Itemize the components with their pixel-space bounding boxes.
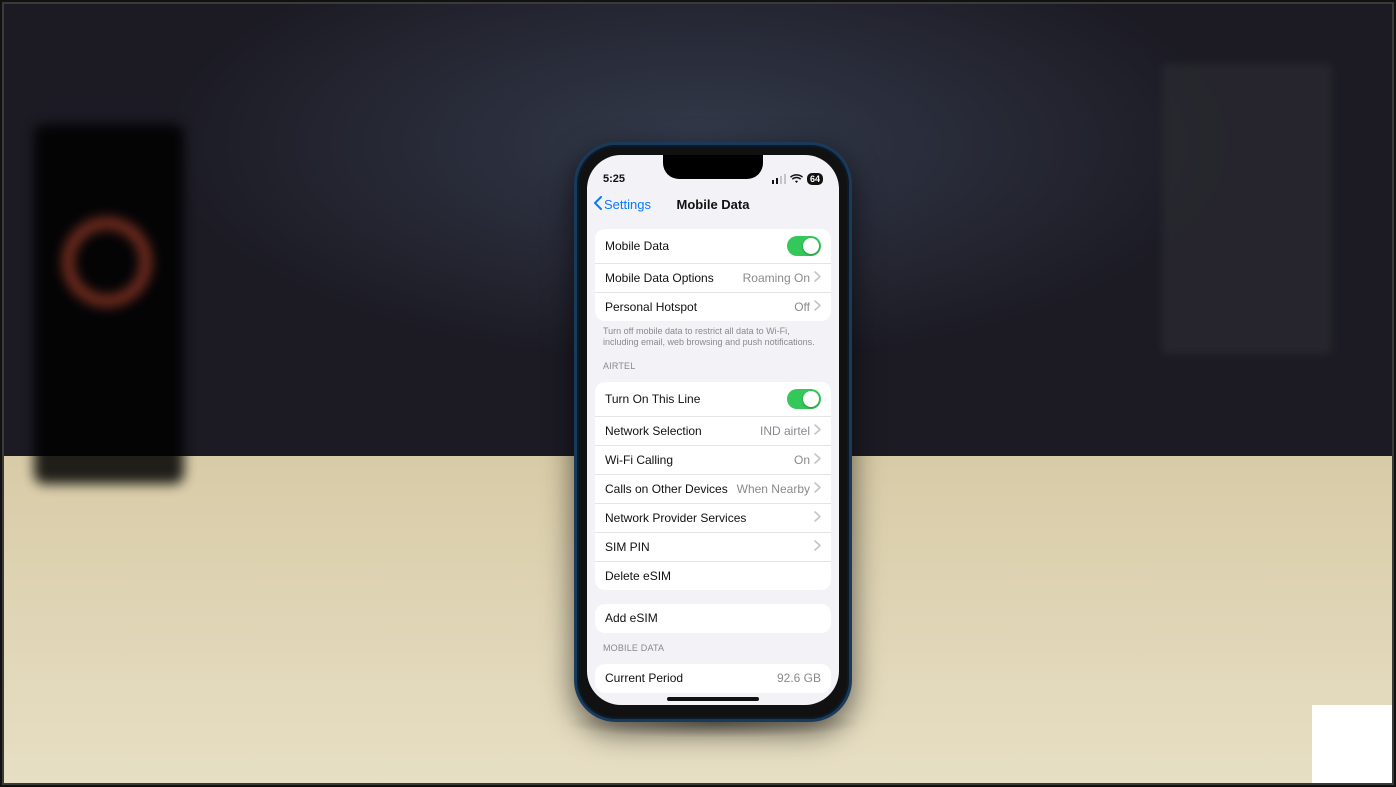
navigation-bar: Settings Mobile Data <box>587 187 839 221</box>
chevron-right-icon <box>814 300 821 314</box>
row-label: Current Period <box>605 671 683 685</box>
row-network-selection[interactable]: Network Selection IND airtel <box>595 416 831 445</box>
row-label: SIM PIN <box>605 540 650 554</box>
add-esim-group: Add eSIM <box>595 604 831 633</box>
row-calls-other-devices[interactable]: Calls on Other Devices When Nearby <box>595 474 831 503</box>
home-indicator[interactable] <box>667 697 759 701</box>
row-label: Network Provider Services <box>605 511 746 525</box>
row-detail: When Nearby <box>737 482 810 496</box>
back-label: Settings <box>604 197 651 212</box>
chevron-right-icon <box>814 424 821 438</box>
section-header-carrier: AIRTEL <box>587 351 839 374</box>
display-notch <box>663 155 763 179</box>
row-current-period[interactable]: Current Period 92.6 GB <box>595 664 831 693</box>
row-sim-pin[interactable]: SIM PIN <box>595 532 831 561</box>
background-object-right <box>1162 64 1332 354</box>
carrier-group: Turn On This Line Network Selection IND … <box>595 382 831 590</box>
row-mobile-data-options[interactable]: Mobile Data Options Roaming On <box>595 263 831 292</box>
wifi-icon <box>790 174 803 184</box>
row-label: Turn On This Line <box>605 392 700 406</box>
add-esim-label: Add eSIM <box>605 611 658 625</box>
iphone-device: 5:25 64 Settings <box>574 142 852 722</box>
row-mobile-data-toggle[interactable]: Mobile Data <box>595 229 831 263</box>
corner-overlay <box>1312 705 1392 783</box>
row-detail: IND airtel <box>760 424 810 438</box>
chevron-right-icon <box>814 511 821 525</box>
status-time: 5:25 <box>603 173 625 185</box>
row-turn-on-line[interactable]: Turn On This Line <box>595 382 831 416</box>
background-object-left <box>34 124 184 484</box>
row-detail: Roaming On <box>743 271 810 285</box>
mobile-data-switch[interactable] <box>787 236 821 256</box>
chevron-right-icon <box>814 271 821 285</box>
settings-content[interactable]: Mobile Data Mobile Data Options Roaming … <box>587 221 839 705</box>
chevron-left-icon <box>593 196 602 213</box>
row-detail: On <box>794 453 810 467</box>
chevron-right-icon <box>814 540 821 554</box>
back-button[interactable]: Settings <box>593 187 651 221</box>
row-label: Mobile Data <box>605 239 669 253</box>
chevron-right-icon <box>814 453 821 467</box>
row-wifi-calling[interactable]: Wi-Fi Calling On <box>595 445 831 474</box>
row-label: Mobile Data Options <box>605 271 714 285</box>
section-header-usage: MOBILE DATA <box>587 633 839 656</box>
row-detail: 92.6 GB <box>777 671 821 685</box>
delete-esim-label: Delete eSIM <box>605 569 671 583</box>
chevron-right-icon <box>814 482 821 496</box>
row-network-provider-services[interactable]: Network Provider Services <box>595 503 831 532</box>
usage-group: Current Period 92.6 GB <box>595 664 831 693</box>
mobile-data-footer-note: Turn off mobile data to restrict all dat… <box>587 321 839 351</box>
row-personal-hotspot[interactable]: Personal Hotspot Off <box>595 292 831 321</box>
cellular-signal-icon <box>772 174 786 184</box>
turn-on-line-switch[interactable] <box>787 389 821 409</box>
row-label: Network Selection <box>605 424 702 438</box>
page-title: Mobile Data <box>677 197 750 212</box>
battery-indicator: 64 <box>807 173 823 185</box>
phone-screen: 5:25 64 Settings <box>587 155 839 705</box>
photo-background: 5:25 64 Settings <box>2 2 1394 785</box>
mobile-data-group: Mobile Data Mobile Data Options Roaming … <box>595 229 831 321</box>
row-label: Calls on Other Devices <box>605 482 728 496</box>
row-label: Personal Hotspot <box>605 300 697 314</box>
row-delete-esim[interactable]: Delete eSIM <box>595 561 831 590</box>
row-detail: Off <box>794 300 810 314</box>
row-add-esim[interactable]: Add eSIM <box>595 604 831 633</box>
row-label: Wi-Fi Calling <box>605 453 673 467</box>
